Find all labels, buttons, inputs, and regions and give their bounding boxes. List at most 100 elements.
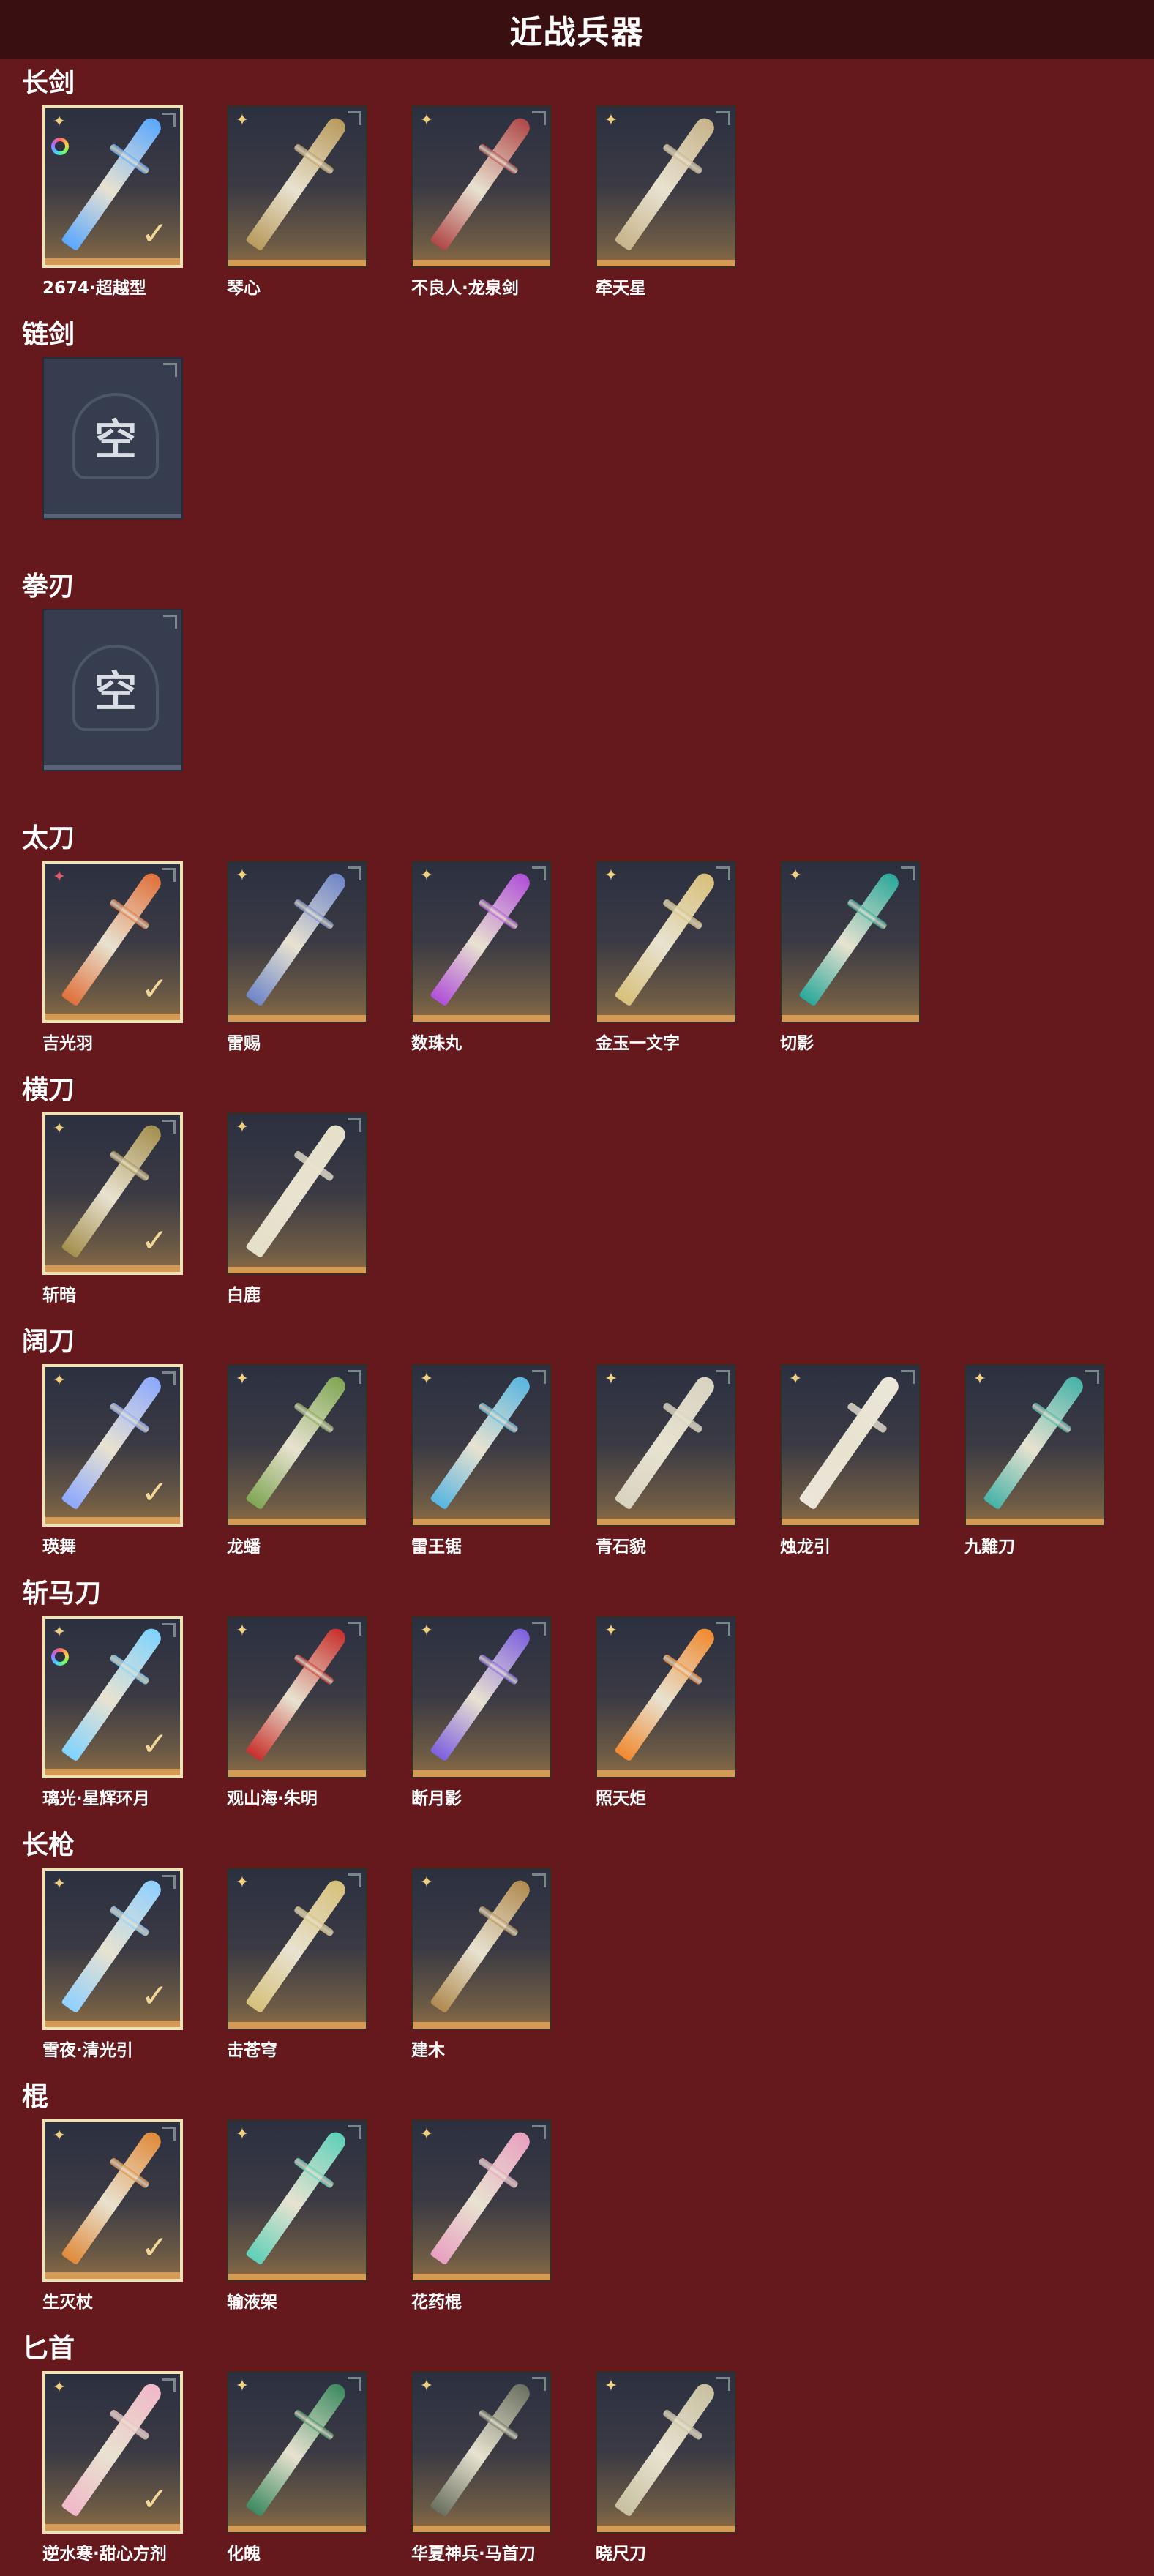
weapon-card[interactable]: ✦ 金玉一文字 <box>596 861 739 1054</box>
weapon-slot[interactable]: ✦ ✓ <box>42 2119 183 2282</box>
corner-bracket-icon <box>163 363 177 377</box>
four-point-star-icon: ✦ <box>788 1370 803 1388</box>
corner-bracket-icon <box>162 2127 176 2141</box>
weapon-name: 九難刀 <box>964 1538 1015 1557</box>
weapon-card[interactable]: ✦ 华夏神兵·马首刀 <box>411 2371 555 2564</box>
weapon-slot[interactable]: ✦ <box>780 1364 921 1527</box>
weapon-card[interactable]: ✦ 牵天星 <box>596 105 739 299</box>
four-point-star-icon: ✦ <box>52 1371 67 1390</box>
four-point-star-icon: ✦ <box>419 1873 434 1892</box>
weapon-card[interactable]: ✦ ✓ 生灭杖 <box>42 2119 186 2313</box>
weapon-card[interactable]: ✦ ✓ 斩暗 <box>42 1112 186 1306</box>
weapon-card[interactable]: ✦ 雷赐 <box>227 861 370 1054</box>
weapon-slot[interactable]: ✦ <box>227 1868 367 2030</box>
weapon-card[interactable]: ✦ 九難刀 <box>964 1364 1108 1557</box>
weapon-card[interactable]: ✦ 不良人·龙泉剑 <box>411 105 555 299</box>
weapon-slot[interactable]: ✦ <box>227 861 367 1023</box>
weapon-card[interactable]: ✦ 照天炬 <box>596 1616 739 1809</box>
weapon-slot[interactable]: ✦ <box>227 2371 367 2534</box>
checkmark-icon: ✓ <box>141 2481 168 2518</box>
weapon-row: ✦ ✓ 吉光羽 ✦ 雷赐 ✦ 数珠丸 ✦ 金玉一文字 ✦ 切影 <box>42 861 1140 1066</box>
weapon-card[interactable]: ✦ 切影 <box>780 861 923 1054</box>
weapon-slot[interactable]: ✦ <box>411 105 552 268</box>
weapon-slot[interactable]: ✦ ✓ <box>42 105 183 268</box>
weapon-slot[interactable]: ✦ ✓ <box>42 1868 183 2030</box>
weapon-slot[interactable]: 空 <box>42 609 183 771</box>
weapon-slot[interactable]: ✦ <box>596 1616 736 1778</box>
weapon-slot[interactable]: ✦ <box>411 2371 552 2534</box>
weapon-card[interactable]: ✦ 数珠丸 <box>411 861 555 1054</box>
weapon-name: 花药棍 <box>411 2293 462 2312</box>
corner-bracket-icon <box>162 868 176 882</box>
four-point-star-icon: ✦ <box>604 111 618 130</box>
weapon-slot[interactable]: ✦ <box>411 2119 552 2282</box>
weapon-slot[interactable]: 空 <box>42 357 183 520</box>
corner-bracket-icon <box>348 1118 361 1132</box>
weapon-image <box>430 2380 533 2517</box>
weapon-card[interactable]: ✦ 建木 <box>411 1868 555 2061</box>
weapon-slot[interactable]: ✦ <box>411 1364 552 1527</box>
weapon-card[interactable]: ✦ ✓ 吉光羽 <box>42 861 186 1054</box>
weapon-slot[interactable]: ✦ <box>411 861 552 1023</box>
slot-base-bar <box>45 2272 180 2279</box>
slot-base-bar <box>44 514 181 518</box>
weapon-slot[interactable]: ✦ <box>227 105 367 268</box>
weapon-card[interactable]: ✦ 晓尺刀 <box>596 2371 739 2564</box>
weapon-card[interactable]: ✦ 击苍穹 <box>227 1868 370 2061</box>
weapon-slot[interactable]: ✦ ✓ <box>42 1364 183 1527</box>
weapon-slot[interactable]: ✦ ✓ <box>42 2371 183 2534</box>
weapon-card[interactable]: ✦ 化魄 <box>227 2371 370 2564</box>
weapon-row: ✦ ✓ 瑛舞 ✦ 龙蟠 ✦ 雷王锯 ✦ 青石貌 ✦ 烛龙引 ✦ 九難刀 <box>42 1364 1140 1569</box>
four-point-star-icon: ✦ <box>235 2377 250 2395</box>
weapon-slot[interactable]: ✦ <box>227 2119 367 2282</box>
weapon-card[interactable]: ✦ ✓ 逆水寒·甜心方剂 <box>42 2371 186 2564</box>
weapon-slot[interactable]: ✦ <box>411 1868 552 2030</box>
empty-weapon-slot[interactable]: 空 <box>42 609 186 771</box>
weapon-name: 瑛舞 <box>42 1538 76 1557</box>
weapon-slot[interactable]: ✦ <box>227 1112 367 1275</box>
weapon-slot[interactable]: ✦ ✓ <box>42 861 183 1023</box>
weapon-card[interactable]: ✦ ✓ 雪夜·清光引 <box>42 1868 186 2061</box>
empty-weapon-slot[interactable]: 空 <box>42 357 186 520</box>
weapon-slot[interactable]: ✦ <box>596 861 736 1023</box>
four-point-star-icon: ✦ <box>52 113 67 131</box>
weapon-card[interactable]: ✦ 青石貌 <box>596 1364 739 1557</box>
weapon-slot[interactable]: ✦ <box>780 861 921 1023</box>
four-point-star-icon: ✦ <box>52 2127 67 2145</box>
weapon-row: ✦ ✓ 斩暗 ✦ 白鹿 <box>42 1112 1140 1317</box>
weapon-card[interactable]: ✦ 龙蟠 <box>227 1364 370 1557</box>
weapon-card[interactable]: ✦ 烛龙引 <box>780 1364 923 1557</box>
weapon-slot[interactable]: ✦ <box>227 1364 367 1527</box>
weapon-card[interactable]: ✦ 花药棍 <box>411 2119 555 2313</box>
checkmark-icon: ✓ <box>141 970 168 1008</box>
four-point-star-icon: ✦ <box>604 866 618 885</box>
weapon-slot[interactable]: ✦ <box>964 1364 1105 1527</box>
weapon-slot[interactable]: ✦ <box>596 2371 736 2534</box>
weapon-card[interactable]: ✦ 雷王锯 <box>411 1364 555 1557</box>
corner-bracket-icon <box>716 1622 730 1636</box>
weapon-image <box>430 869 533 1007</box>
weapon-card[interactable]: ✦ ✓ 璃光·星辉环月 <box>42 1616 186 1809</box>
weapon-slot[interactable]: ✦ <box>227 1616 367 1778</box>
corner-bracket-icon <box>716 111 730 125</box>
weapon-name: 琴心 <box>227 279 261 298</box>
slot-base-bar <box>228 1519 366 1525</box>
weapon-card[interactable]: ✦ ✓ 瑛舞 <box>42 1364 186 1557</box>
weapon-card[interactable]: ✦ 断月影 <box>411 1616 555 1809</box>
weapon-slot[interactable]: ✦ ✓ <box>42 1616 183 1778</box>
slot-base-bar <box>45 2021 180 2027</box>
weapon-slot[interactable]: ✦ <box>411 1616 552 1778</box>
weapon-slot[interactable]: ✦ <box>596 105 736 268</box>
weapon-slot[interactable]: ✦ ✓ <box>42 1112 183 1275</box>
weapon-name: 烛龙引 <box>780 1538 831 1557</box>
weapon-slot[interactable]: ✦ <box>596 1364 736 1527</box>
four-point-star-icon: ✦ <box>419 2125 434 2143</box>
weapon-card[interactable]: ✦ 输液架 <box>227 2119 370 2313</box>
slot-base-bar <box>597 1519 735 1525</box>
weapon-card[interactable]: ✦ 观山海·朱明 <box>227 1616 370 1809</box>
checkmark-icon: ✓ <box>141 1474 168 1511</box>
category-title: 链剑 <box>22 320 75 350</box>
weapon-card[interactable]: ✦ 白鹿 <box>227 1112 370 1306</box>
weapon-card[interactable]: ✦ 琴心 <box>227 105 370 299</box>
weapon-card[interactable]: ✦ ✓ 2674·超越型 <box>42 105 186 299</box>
